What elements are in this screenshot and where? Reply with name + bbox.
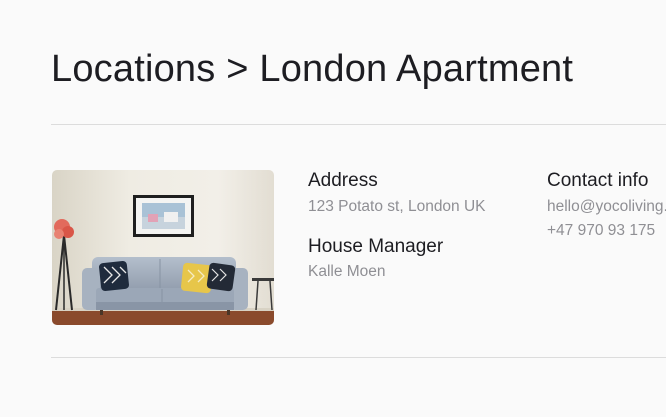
page-title: Locations > London Apartment (51, 48, 574, 90)
header-divider (51, 124, 666, 125)
location-photo (52, 170, 274, 325)
address-label: Address (308, 170, 378, 191)
contact-info-label: Contact info (547, 170, 649, 191)
address-value: 123 Potato st, London UK (308, 198, 486, 215)
contact-phone[interactable]: +47 970 93 175 (547, 222, 655, 240)
house-manager-value: Kalle Moen (308, 263, 386, 280)
house-manager-label: House Manager (308, 236, 444, 257)
location-detail-page: Locations > London Apartment Address 123… (0, 0, 666, 417)
contact-email[interactable]: hello@yocoliving.com (547, 198, 666, 216)
section-divider (51, 357, 666, 358)
